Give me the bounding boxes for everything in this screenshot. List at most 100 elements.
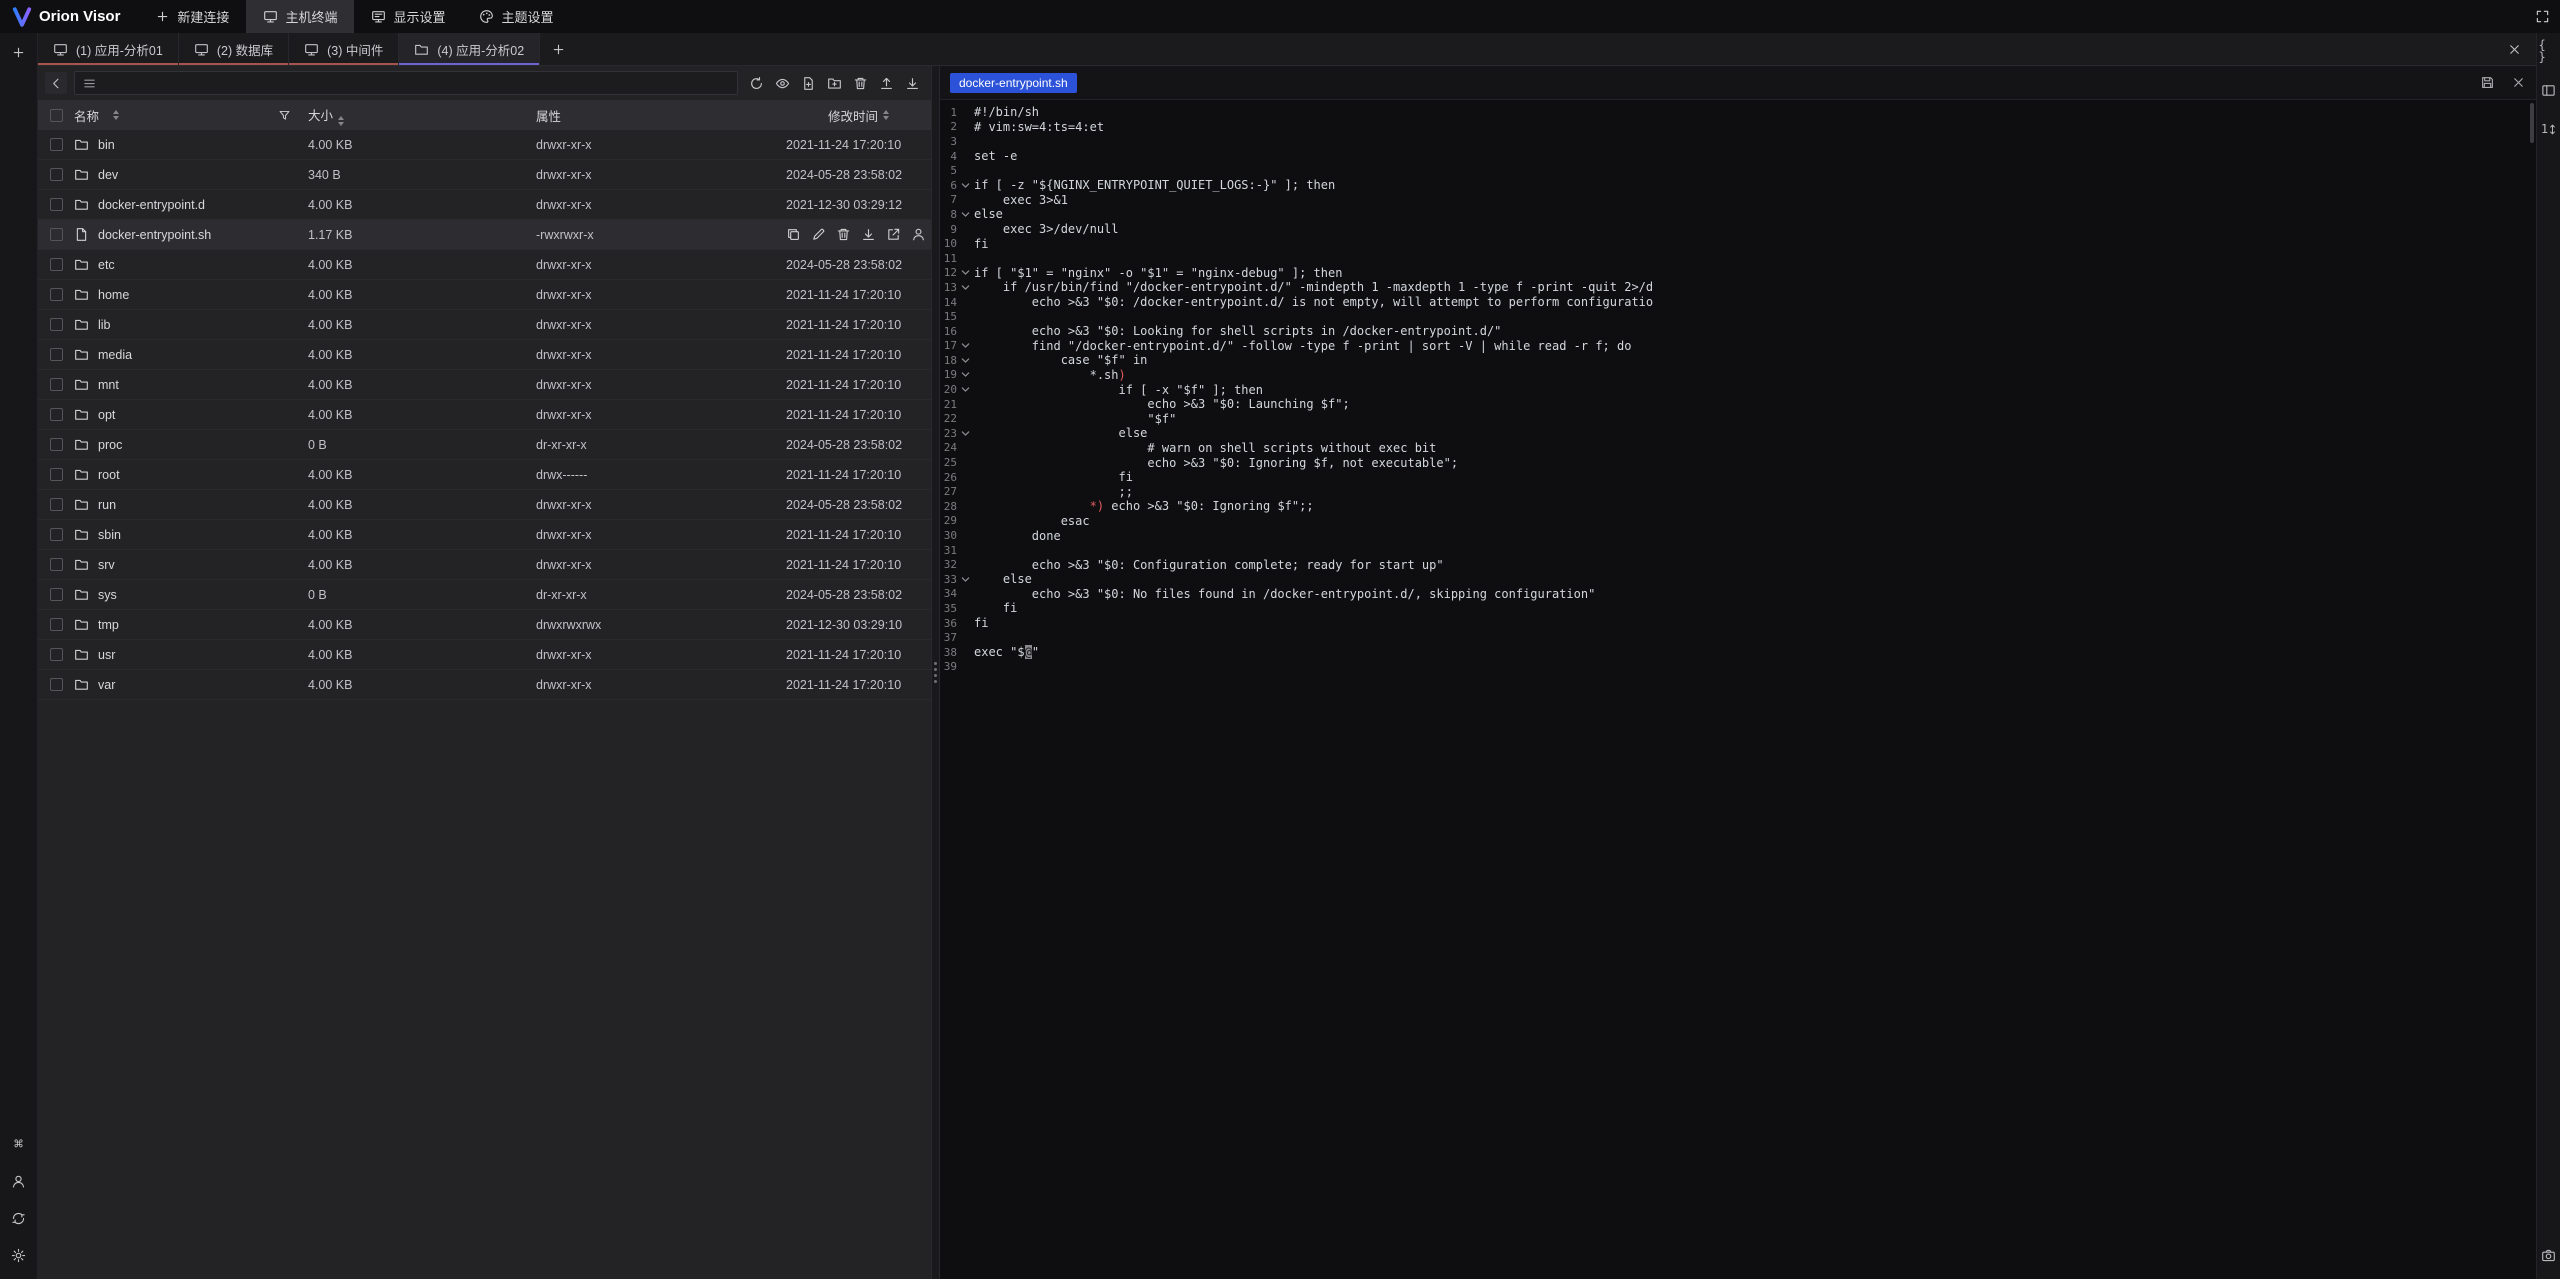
sort-caret-icon[interactable] <box>338 116 344 126</box>
menu-host-terminal[interactable]: 主机终端 <box>246 0 354 33</box>
row-checkbox[interactable] <box>50 168 63 181</box>
code-line[interactable]: 13 if /usr/bin/find "/docker-entrypoint.… <box>940 280 2536 295</box>
row-checkbox[interactable] <box>50 288 63 301</box>
file-name[interactable]: docker-entrypoint.d <box>98 198 205 212</box>
toggle-hidden-button[interactable] <box>775 76 790 91</box>
menu-theme-settings[interactable]: 主题设置 <box>462 0 570 33</box>
table-row[interactable]: home4.00 KBdrwxr-xr-x2021-11-24 17:20:10 <box>38 280 931 310</box>
code-line[interactable]: 18 case "$f" in <box>940 353 2536 368</box>
download-button[interactable] <box>905 76 920 91</box>
row-checkbox[interactable] <box>50 198 63 211</box>
row-checkbox[interactable] <box>50 678 63 691</box>
file-name[interactable]: lib <box>98 318 111 332</box>
select-all-checkbox[interactable] <box>50 109 63 122</box>
new-file-button[interactable] <box>801 76 816 91</box>
row-checkbox[interactable] <box>50 648 63 661</box>
file-name[interactable]: media <box>98 348 132 362</box>
editor-scrollbar[interactable] <box>2530 103 2534 143</box>
sort-caret-icon[interactable] <box>883 110 889 120</box>
file-name[interactable]: var <box>98 678 115 692</box>
fold-chevron-icon[interactable] <box>957 429 974 438</box>
settings-button[interactable] <box>9 1245 29 1265</box>
fold-chevron-icon[interactable] <box>957 575 974 584</box>
code-line[interactable]: 35 fi <box>940 601 2536 616</box>
row-checkbox[interactable] <box>50 438 63 451</box>
panel-splitter[interactable] <box>931 66 940 1279</box>
file-name[interactable]: sys <box>98 588 117 602</box>
code-line[interactable]: 3 <box>940 134 2536 149</box>
code-line[interactable]: 2# vim:sw=4:ts=4:et <box>940 120 2536 135</box>
row-checkbox[interactable] <box>50 468 63 481</box>
code-line[interactable]: 7 exec 3>&1 <box>940 193 2536 208</box>
table-row[interactable]: etc4.00 KBdrwxr-xr-x2024-05-28 23:58:02 <box>38 250 931 280</box>
code-line[interactable]: 39 <box>940 660 2536 675</box>
file-name[interactable]: run <box>98 498 116 512</box>
code-line[interactable]: 32 echo >&3 "$0: Configuration complete;… <box>940 557 2536 572</box>
table-row[interactable]: run4.00 KBdrwxr-xr-x2024-05-28 23:58:02 <box>38 490 931 520</box>
code-line[interactable]: 25 echo >&3 "$0: Ignoring $f, not execut… <box>940 455 2536 470</box>
row-checkbox[interactable] <box>50 408 63 421</box>
close-icon[interactable] <box>2511 75 2526 90</box>
line-setting-button[interactable]: 1 <box>2539 119 2559 139</box>
code-line[interactable]: 9 exec 3>/dev/null <box>940 222 2536 237</box>
file-name[interactable]: mnt <box>98 378 119 392</box>
column-header-size[interactable]: 大小 <box>308 105 536 126</box>
table-row[interactable]: dev340 Bdrwxr-xr-x2024-05-28 23:58:02 <box>38 160 931 190</box>
table-row[interactable]: media4.00 KBdrwxr-xr-x2021-11-24 17:20:1… <box>38 340 931 370</box>
file-name[interactable]: root <box>98 468 120 482</box>
code-line[interactable]: 22 "$f" <box>940 411 2536 426</box>
code-line[interactable]: 36fi <box>940 616 2536 631</box>
table-row[interactable]: mnt4.00 KBdrwxr-xr-x2021-11-24 17:20:10 <box>38 370 931 400</box>
code-line[interactable]: 37 <box>940 630 2536 645</box>
code-line[interactable]: 23 else <box>940 426 2536 441</box>
close-all-tabs-button[interactable] <box>2493 33 2536 65</box>
row-checkbox[interactable] <box>50 528 63 541</box>
code-line[interactable]: 26 fi <box>940 470 2536 485</box>
fold-chevron-icon[interactable] <box>957 210 974 219</box>
path-input[interactable] <box>103 76 730 90</box>
row-checkbox[interactable] <box>50 138 63 151</box>
json-view-button[interactable]: { } <box>2539 41 2559 61</box>
delete-button[interactable] <box>853 76 868 91</box>
row-checkbox[interactable] <box>50 618 63 631</box>
file-name[interactable]: opt <box>98 408 115 422</box>
file-name[interactable]: srv <box>98 558 115 572</box>
move-button[interactable] <box>886 227 901 242</box>
table-row[interactable]: bin4.00 KBdrwxr-xr-x2021-11-24 17:20:10 <box>38 130 931 160</box>
table-row[interactable]: proc0 Bdr-xr-xr-x2024-05-28 23:58:02 <box>38 430 931 460</box>
filter-icon[interactable] <box>278 109 291 122</box>
tab-1[interactable]: (1) 应用-分析01 <box>38 33 179 65</box>
file-name[interactable]: dev <box>98 168 118 182</box>
table-row[interactable]: sbin4.00 KBdrwxr-xr-x2021-11-24 17:20:10 <box>38 520 931 550</box>
menu-new-connection[interactable]: 新建连接 <box>138 0 246 33</box>
code-line[interactable]: 11 <box>940 251 2536 266</box>
file-name[interactable]: tmp <box>98 618 119 632</box>
row-checkbox[interactable] <box>50 348 63 361</box>
code-line[interactable]: 19 *.sh) <box>940 368 2536 383</box>
fold-chevron-icon[interactable] <box>957 356 974 365</box>
column-header-mtime[interactable]: 修改时间 <box>786 106 931 125</box>
code-editor[interactable]: 1#!/bin/sh2# vim:sw=4:ts=4:et34set -e56i… <box>940 100 2536 1279</box>
code-line[interactable]: 33 else <box>940 572 2536 587</box>
code-line[interactable]: 38exec "$@" <box>940 645 2536 660</box>
copy-button[interactable] <box>786 227 801 242</box>
edit-button[interactable] <box>811 227 826 242</box>
list-icon[interactable] <box>82 76 97 91</box>
panel-toggle-button[interactable] <box>2539 80 2559 100</box>
new-connection-button[interactable] <box>9 42 29 62</box>
back-button[interactable] <box>45 72 67 94</box>
code-line[interactable]: 14 echo >&3 "$0: /docker-entrypoint.d/ i… <box>940 295 2536 310</box>
code-line[interactable]: 30 done <box>940 528 2536 543</box>
permission-button[interactable] <box>911 227 926 242</box>
file-name[interactable]: docker-entrypoint.sh <box>98 228 211 242</box>
row-checkbox[interactable] <box>50 318 63 331</box>
table-row[interactable]: docker-entrypoint.d4.00 KBdrwxr-xr-x2021… <box>38 190 931 220</box>
command-snippet-button[interactable]: ⌘ <box>9 1134 29 1154</box>
table-row[interactable]: tmp4.00 KBdrwxrwxrwx2021-12-30 03:29:10 <box>38 610 931 640</box>
fold-chevron-icon[interactable] <box>957 268 974 277</box>
row-checkbox[interactable] <box>50 588 63 601</box>
code-line[interactable]: 27 ;; <box>940 484 2536 499</box>
file-name[interactable]: bin <box>98 138 115 152</box>
code-line[interactable]: 4set -e <box>940 149 2536 164</box>
tab-3[interactable]: (3) 中间件 <box>289 33 399 65</box>
